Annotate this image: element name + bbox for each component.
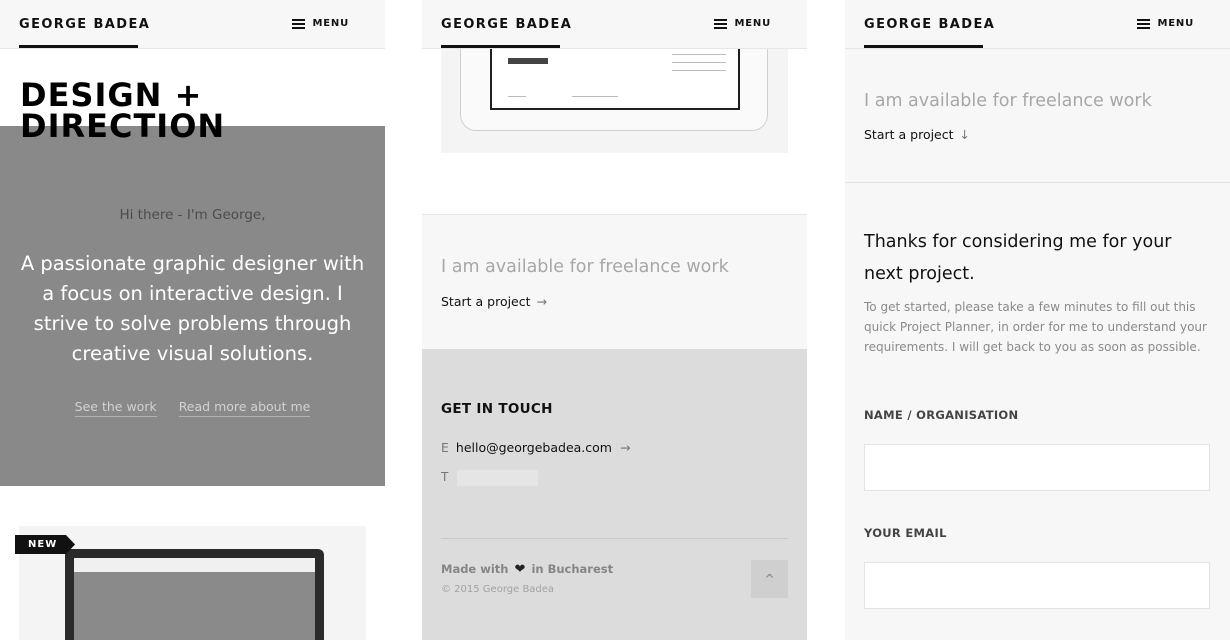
planner-heading: Thanks for considering me for your next …	[864, 232, 1172, 284]
brand-logo[interactable]: GEORGE BADEA	[19, 17, 150, 32]
made-with-suffix: in Bucharest	[531, 562, 614, 576]
menu-label: MENU	[734, 18, 771, 29]
start-project-link[interactable]: Start a project →	[441, 294, 547, 309]
screen-image	[508, 58, 548, 64]
laptop-screen	[74, 558, 315, 640]
brand-underline	[441, 45, 560, 48]
brand-logo[interactable]: GEORGE BADEA	[864, 17, 995, 32]
contact-section: GET IN TOUCH Ehello@georgebadea.com → T M…	[422, 349, 807, 640]
tablet-screen	[490, 40, 740, 110]
menu-label: MENU	[312, 18, 349, 29]
arrow-right-icon: →	[619, 440, 631, 455]
email-row: Ehello@georgebadea.com →	[441, 440, 630, 455]
screen-line	[672, 54, 726, 55]
site-header: GEORGE BADEA MENU	[0, 0, 385, 49]
menu-button[interactable]: MENU	[291, 18, 349, 29]
hero-title-line2: DIRECTION	[20, 107, 226, 145]
email-link[interactable]: hello@georgebadea.com	[456, 440, 612, 455]
tablet-mockup	[460, 39, 768, 131]
made-with-text: Made with ❤ in Bucharest	[441, 562, 613, 577]
phone-redacted	[457, 470, 538, 486]
hamburger-icon	[1136, 18, 1150, 29]
hamburger-icon	[291, 18, 305, 29]
menu-label: MENU	[1157, 18, 1194, 29]
arrow-right-icon: →	[536, 294, 548, 309]
divider	[441, 538, 788, 539]
menu-button[interactable]: MENU	[713, 18, 771, 29]
start-project-label: Start a project	[864, 127, 954, 142]
screen-line	[508, 96, 526, 97]
arrow-down-icon: ↓	[959, 127, 971, 142]
screen-line	[672, 62, 726, 63]
name-field-label: NAME / ORGANISATION	[864, 408, 1019, 422]
available-text: I am available for freelance work	[441, 257, 729, 277]
project-card-tablet[interactable]	[441, 39, 788, 153]
site-header: GEORGE BADEA MENU	[422, 0, 807, 49]
screen-line	[672, 70, 726, 71]
brand-underline	[864, 45, 983, 48]
available-text: I am available for freelance work	[864, 91, 1152, 111]
phone-label: T	[441, 470, 449, 484]
brand-logo[interactable]: GEORGE BADEA	[441, 17, 572, 32]
hamburger-icon	[713, 18, 727, 29]
email-label: E	[441, 440, 449, 455]
hero-title: DESIGN + DIRECTION	[20, 79, 226, 145]
site-header: GEORGE BADEA MENU	[845, 0, 1230, 49]
menu-button[interactable]: MENU	[1136, 18, 1194, 29]
footer-panel: GEORGE BADEA MENU I am available for fre…	[422, 0, 807, 640]
laptop-mockup	[65, 549, 324, 640]
screen-line	[572, 96, 618, 97]
greeting: Hi there - I'm George,	[119, 207, 266, 223]
planner-description: To get started, please take a few minute…	[864, 300, 1207, 354]
freelance-section: I am available for freelance work Start …	[845, 49, 1230, 183]
brand-underline	[19, 45, 138, 48]
intro-text: A passionate graphic designer with a foc…	[20, 252, 365, 365]
email-field-label: YOUR EMAIL	[864, 526, 947, 540]
laptop-screen-navbar	[74, 558, 315, 572]
new-badge: NEW	[15, 535, 75, 554]
email-field[interactable]	[864, 562, 1210, 609]
start-project-link[interactable]: Start a project ↓	[864, 127, 970, 142]
name-field[interactable]	[864, 444, 1210, 491]
freelance-section: I am available for freelance work Start …	[422, 214, 807, 349]
chevron-up-icon: ^	[764, 572, 775, 586]
made-with-prefix: Made with	[441, 562, 509, 576]
hero-links: See the work Read more about me	[0, 399, 385, 417]
get-in-touch-heading: GET IN TOUCH	[441, 401, 553, 417]
home-panel: GEORGE BADEA MENU DESIGN + DIRECTION Hi …	[0, 0, 385, 640]
about-link[interactable]: Read more about me	[178, 399, 311, 417]
back-to-top-button[interactable]: ^	[751, 560, 788, 598]
planner-panel: GEORGE BADEA MENU I am available for fre…	[845, 0, 1230, 640]
heart-icon: ❤	[514, 562, 526, 577]
start-project-label: Start a project	[441, 294, 531, 309]
copyright: © 2015 George Badea	[441, 584, 555, 595]
see-work-link[interactable]: See the work	[74, 399, 157, 417]
